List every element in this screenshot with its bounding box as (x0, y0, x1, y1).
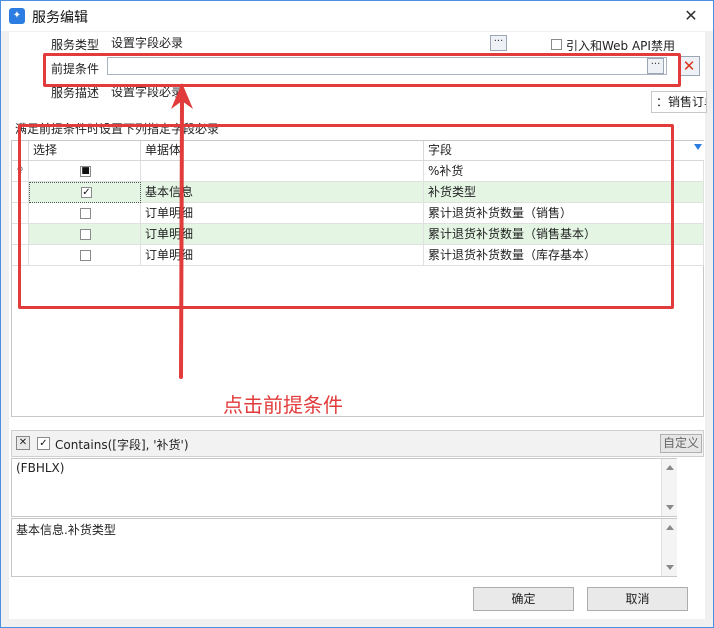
dialog-body: 服务类型 设置字段必录 ··· 引入和Web API禁用 前提条件 ··· ✕ … (9, 32, 707, 619)
filter-icon[interactable] (694, 144, 702, 150)
cancel-button[interactable]: 取消 (587, 587, 688, 611)
clear-precondition-button[interactable]: ✕ (678, 56, 700, 76)
webapi-checkbox[interactable] (551, 39, 562, 50)
filter-bar: ✕ ✓ Contains([字段], '补货') 自定义 (11, 430, 704, 457)
grid-highlight-box (18, 124, 674, 309)
scroll-down-icon[interactable] (666, 505, 674, 510)
webapi-label: 引入和Web API禁用 (566, 39, 675, 53)
service-edit-dialog: ✦ 服务编辑 ✕ 服务类型 设置字段必录 ··· 引入和Web API禁用 前提… (0, 0, 714, 628)
description-memo[interactable]: 基本信息.补货类型 (11, 518, 677, 577)
formula-memo[interactable]: (FBHLX) (11, 458, 677, 517)
service-type-field[interactable]: 设置字段必录 (107, 34, 507, 52)
service-type-ellipsis-button[interactable]: ··· (490, 35, 507, 51)
description-memo-scrollbar[interactable] (661, 519, 677, 576)
window-title: 服务编辑 (32, 10, 88, 26)
scroll-up-icon[interactable] (666, 525, 674, 530)
close-button[interactable]: ✕ (669, 1, 713, 31)
clear-filter-button[interactable]: ✕ (16, 436, 30, 450)
ok-button[interactable]: 确定 (473, 587, 574, 611)
precondition-highlight-box (43, 53, 681, 87)
scroll-down-icon[interactable] (666, 565, 674, 570)
formula-memo-scrollbar[interactable] (661, 459, 677, 516)
annotation-text: 点击前提条件 (223, 393, 343, 417)
scroll-up-icon[interactable] (666, 465, 674, 470)
dropdown-popup[interactable]: ：销售订单 (651, 91, 707, 113)
filter-expression[interactable]: Contains([字段], '补货') (55, 436, 189, 453)
app-icon: ✦ (9, 8, 25, 24)
annotation-arrow (171, 83, 193, 379)
service-type-label: 服务类型 (51, 38, 100, 52)
title-bar: ✦ 服务编辑 ✕ (1, 1, 713, 31)
customize-button[interactable]: 自定义 (660, 434, 702, 453)
filter-enabled-checkbox[interactable]: ✓ (37, 437, 50, 450)
